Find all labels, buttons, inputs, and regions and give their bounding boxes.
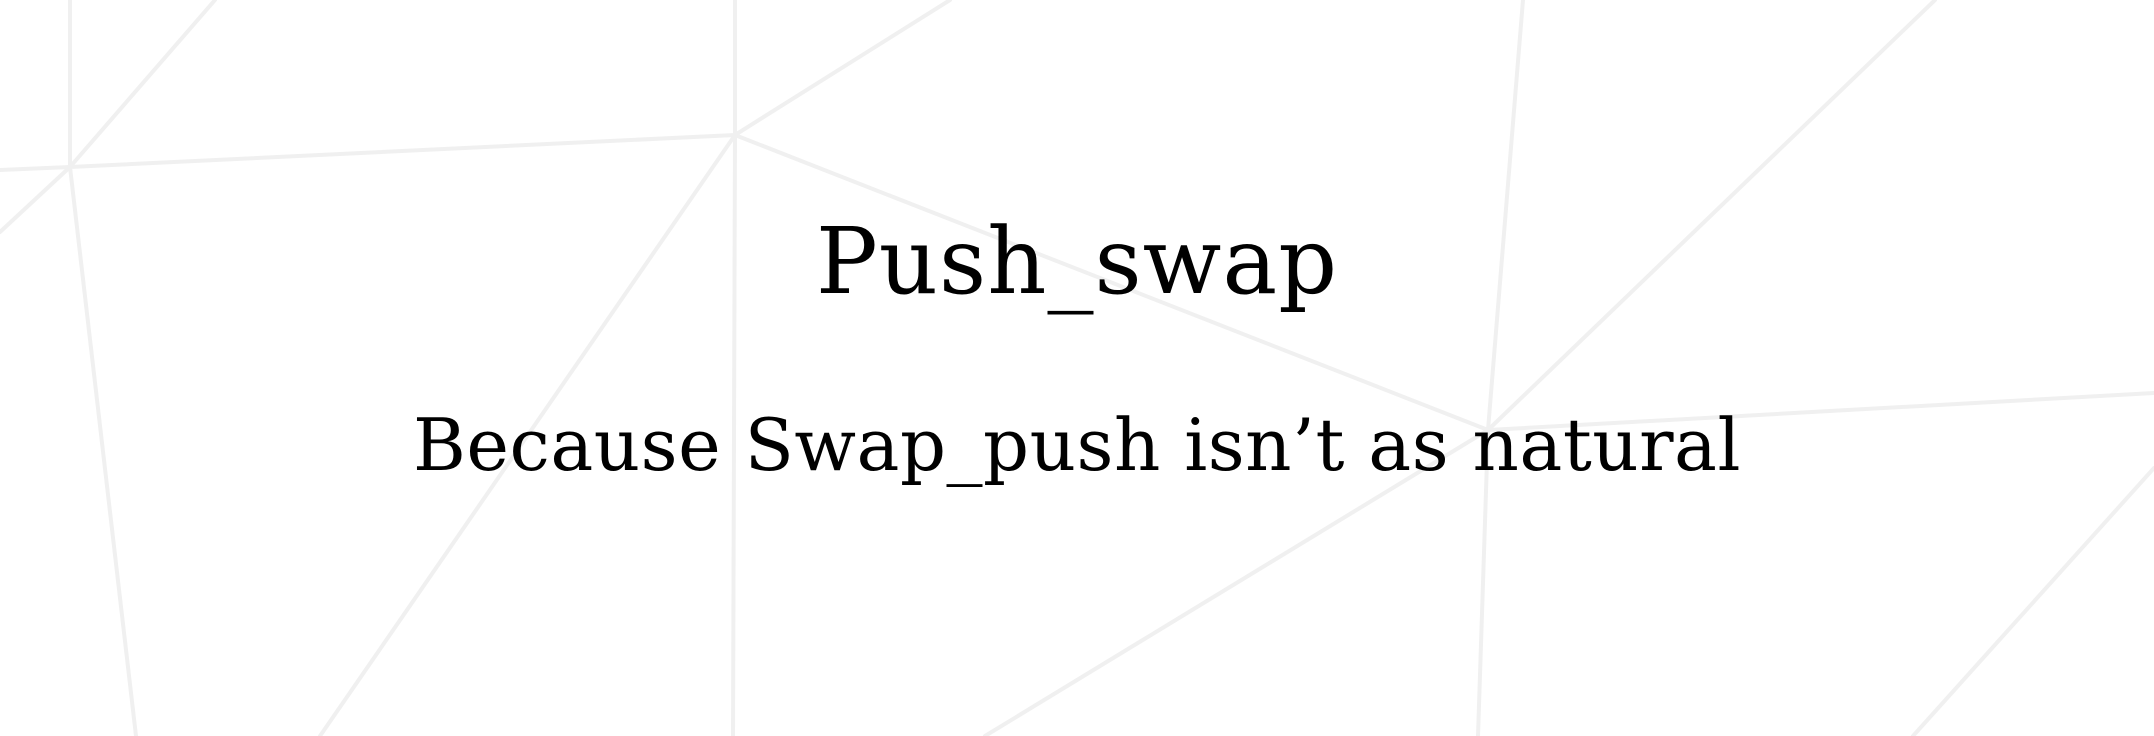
cover-page: Push_swap Because Swap_push isn’t as nat…	[0, 0, 2154, 736]
background-triangle-pattern	[0, 0, 2154, 736]
bg-line	[733, 0, 952, 137]
bg-line	[68, 133, 737, 169]
bg-line	[1911, 466, 2154, 736]
bg-line	[68, 0, 217, 169]
page-subtitle: Because Swap_push isn’t as natural	[412, 403, 1741, 487]
bg-line	[0, 165, 72, 172]
page-title: Push_swap	[815, 208, 1339, 315]
